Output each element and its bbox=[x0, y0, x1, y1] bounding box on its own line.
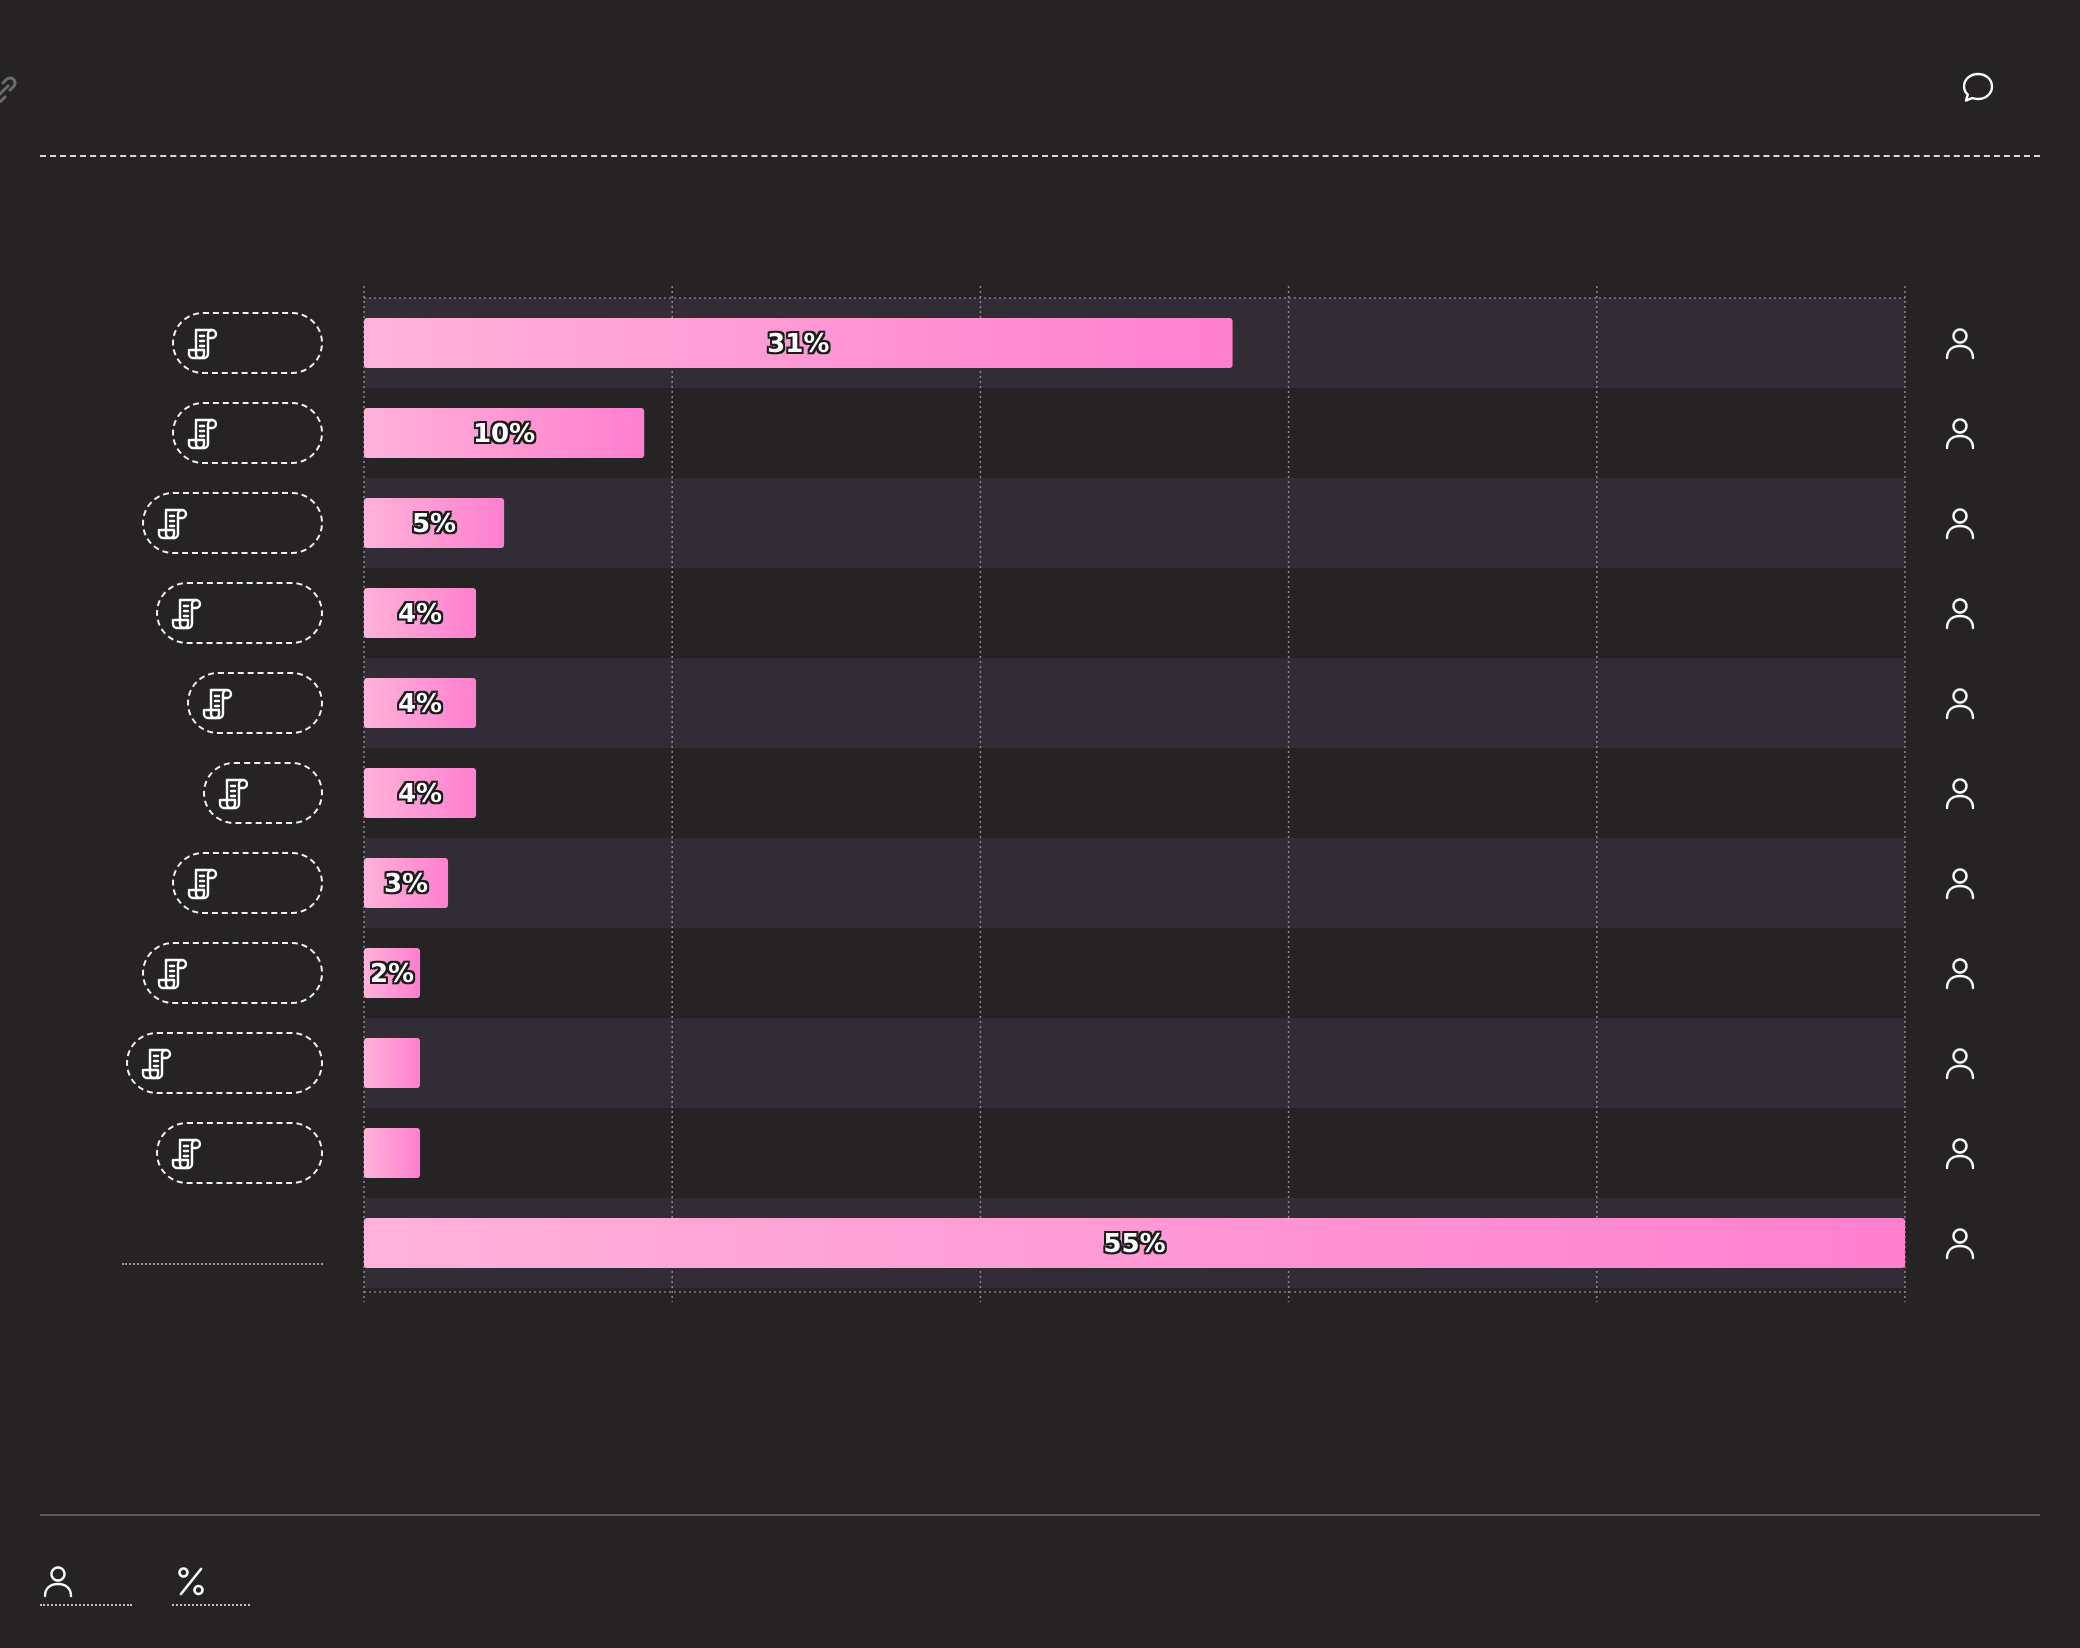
row-band bbox=[364, 838, 1905, 928]
row-band bbox=[364, 478, 1905, 568]
bar[interactable] bbox=[364, 408, 645, 458]
bar[interactable] bbox=[364, 768, 477, 818]
bar[interactable] bbox=[364, 588, 477, 638]
legend-item-users[interactable] bbox=[40, 1560, 132, 1606]
user-icon bbox=[1944, 956, 1976, 990]
user-icon bbox=[1944, 506, 1976, 540]
user-icon bbox=[1944, 686, 1976, 720]
scroll-icon bbox=[185, 326, 219, 362]
category-pill[interactable] bbox=[142, 942, 323, 1004]
category-pill[interactable] bbox=[172, 312, 323, 374]
category-pill[interactable] bbox=[187, 672, 323, 734]
category-pill[interactable] bbox=[126, 1032, 323, 1094]
row-band bbox=[364, 1018, 1905, 1108]
bar[interactable] bbox=[364, 678, 477, 728]
bar-chart bbox=[363, 286, 1906, 1302]
bar[interactable] bbox=[364, 1218, 1905, 1268]
user-icon bbox=[1944, 596, 1976, 630]
scroll-icon bbox=[216, 776, 250, 812]
category-pill[interactable] bbox=[172, 402, 323, 464]
category-pill[interactable] bbox=[156, 582, 323, 644]
scroll-icon bbox=[155, 956, 189, 992]
row-band bbox=[364, 658, 1905, 748]
scroll-icon bbox=[200, 686, 234, 722]
legend-item-percent[interactable] bbox=[172, 1560, 250, 1606]
scroll-icon bbox=[139, 1046, 173, 1082]
category-placeholder-line bbox=[122, 1263, 323, 1265]
bar[interactable] bbox=[364, 498, 505, 548]
scroll-icon bbox=[169, 1136, 203, 1172]
user-icon bbox=[1944, 866, 1976, 900]
chart-page: 31% 10% 5% 4% 4% 4% 3% 2% 55% bbox=[0, 0, 2080, 1648]
user-icon bbox=[1944, 1136, 1976, 1170]
category-pill[interactable] bbox=[142, 492, 323, 554]
bar[interactable] bbox=[364, 858, 449, 908]
category-pill[interactable] bbox=[156, 1122, 323, 1184]
bar[interactable] bbox=[364, 318, 1233, 368]
category-pill[interactable] bbox=[172, 852, 323, 914]
bar[interactable] bbox=[364, 1128, 421, 1178]
user-icon bbox=[42, 1564, 74, 1598]
category-pill[interactable] bbox=[203, 762, 323, 824]
user-icon bbox=[1944, 326, 1976, 360]
scroll-icon bbox=[155, 506, 189, 542]
bars bbox=[364, 318, 1905, 1268]
user-icon bbox=[1944, 416, 1976, 450]
footer-divider bbox=[40, 1514, 2040, 1516]
bar[interactable] bbox=[364, 948, 421, 998]
user-icon bbox=[1944, 776, 1976, 810]
user-icon bbox=[1944, 1046, 1976, 1080]
user-icon bbox=[1944, 1226, 1976, 1260]
bar[interactable] bbox=[364, 1038, 421, 1088]
scroll-icon bbox=[185, 416, 219, 452]
percent-icon bbox=[176, 1564, 206, 1598]
scroll-icon bbox=[169, 596, 203, 632]
scroll-icon bbox=[185, 866, 219, 902]
